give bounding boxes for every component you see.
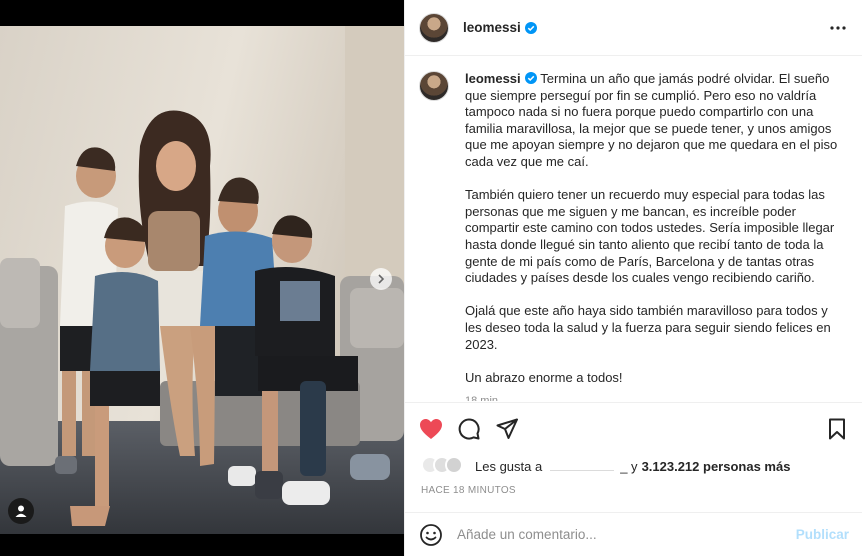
comment-button[interactable] [457,417,481,441]
caption-timestamp: 18 min [465,394,499,401]
likes-summary: Les gusta a _ y 3.123.212 personas más [421,455,790,477]
post-details-panel: leomessi leomessi Termina un año que jam… [404,0,862,556]
share-button[interactable] [495,417,519,441]
caption-username[interactable]: leomessi [465,71,521,86]
likes-count-link[interactable]: 3.123.212 personas más [642,459,791,474]
verified-badge-icon [524,21,537,34]
user-tag-icon [15,505,27,517]
caption-paragraph: leomessi Termina un año que jamás podré … [465,71,845,171]
liker-name-link[interactable] [550,461,615,471]
bookmark-icon [829,418,845,439]
send-icon [496,418,518,439]
next-photo-button[interactable] [370,268,392,290]
caption-scroll-area[interactable]: leomessi Termina un año que jamás podré … [405,57,862,401]
caption-body: leomessi Termina un año que jamás podré … [465,71,845,401]
verified-badge-icon [524,72,537,84]
likes-prefix: Les gusta a [475,458,543,474]
liker-avatars[interactable] [421,456,465,476]
comment-icon [458,418,480,440]
caption-paragraph: Un abrazo enorme a todos! [465,369,623,385]
save-button[interactable] [825,417,849,441]
caption-avatar[interactable] [419,71,449,101]
post-photo[interactable] [0,26,404,534]
publish-button[interactable]: Publicar [796,527,849,542]
caption-paragraph: Ojalá que este año haya sido también mar… [465,303,831,352]
heart-icon [420,418,442,439]
tagged-users-button[interactable] [8,498,34,524]
like-button[interactable] [419,417,443,441]
likes-suffix: _ y [620,458,638,474]
avatar [445,456,463,474]
comment-input[interactable] [457,527,796,542]
caption-paragraph: También quiero tener un recuerdo muy esp… [465,187,835,286]
post-actions-bar [405,402,862,454]
avatar[interactable] [419,12,449,43]
comment-bar: Publicar [405,512,862,556]
post-time-ago[interactable]: HACE 18 MINUTOS [421,485,516,496]
more-options-icon[interactable] [829,20,847,36]
post-header: leomessi [405,0,862,56]
post-media-pane [0,0,404,556]
emoji-icon[interactable] [419,523,443,547]
chevron-right-icon [378,274,385,284]
header-username[interactable]: leomessi [463,20,521,35]
caption: leomessi Termina un año que jamás podré … [419,71,845,401]
